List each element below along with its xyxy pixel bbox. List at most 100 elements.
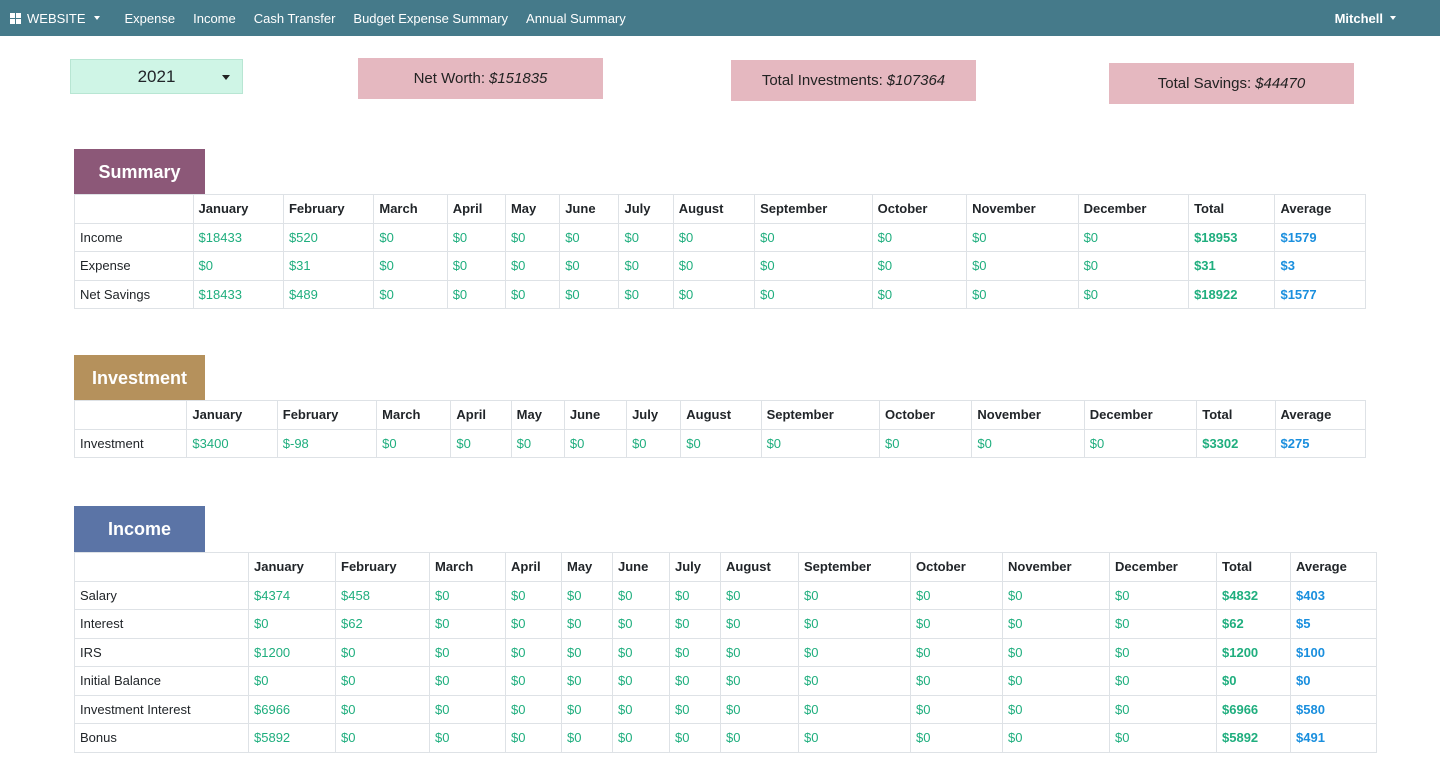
month-value-cell: $0 <box>720 694 799 724</box>
month-value-cell: $0 <box>429 723 506 753</box>
month-value-cell: $0 <box>450 428 512 458</box>
month-value-cell: $0 <box>1002 580 1110 610</box>
total-cell: $18922 <box>1188 279 1276 309</box>
nav-link-income[interactable]: Income <box>184 11 245 26</box>
row-label: Bonus <box>74 723 249 753</box>
month-value-cell: $0 <box>505 580 562 610</box>
nav-link-annual-summary[interactable]: Annual Summary <box>517 11 635 26</box>
month-value-cell: $1200 <box>248 637 336 667</box>
row-label: Net Savings <box>74 279 194 309</box>
month-value-cell: $0 <box>798 666 911 696</box>
month-value-cell: $0 <box>618 222 674 252</box>
column-header-august: August <box>672 194 756 224</box>
month-value-cell: $0 <box>561 723 613 753</box>
column-header-june: June <box>563 400 628 430</box>
column-header-april: April <box>450 400 512 430</box>
column-header-february: February <box>276 400 378 430</box>
month-value-cell: $0 <box>798 637 911 667</box>
nav-link-expense[interactable]: Expense <box>116 11 185 26</box>
month-value-cell: $0 <box>1109 666 1217 696</box>
month-value-cell: $0 <box>510 428 565 458</box>
user-menu[interactable]: Mitchell <box>1335 0 1396 36</box>
total-cell: $1200 <box>1216 637 1291 667</box>
table-row: Expense $0 $31 $0 $0 $0 $0 $0 $0 $0 $0 $0 $0 $31 $3 <box>74 251 1366 281</box>
column-header-march: March <box>376 400 452 430</box>
month-value-cell: $5892 <box>248 723 336 753</box>
table-row: Salary $4374 $458 $0 $0 $0 $0 $0 $0 $0 $0 $0 $0 $4832… <box>74 580 1377 610</box>
total-cell: $31 <box>1188 251 1276 281</box>
month-value-cell: $0 <box>672 279 756 309</box>
month-value-cell: $0 <box>669 666 721 696</box>
month-value-cell: $0 <box>871 279 968 309</box>
month-value-cell: $0 <box>910 666 1003 696</box>
income-table: January February March April May June July Augu… <box>74 552 1377 753</box>
nav-link-cash-transfer[interactable]: Cash Transfer <box>245 11 345 26</box>
month-value-cell: $0 <box>871 251 968 281</box>
brand-menu[interactable]: WEBSITE <box>10 11 100 26</box>
month-value-cell: $0 <box>754 222 873 252</box>
column-header-average: Average <box>1274 400 1367 430</box>
column-header-may: May <box>561 552 613 582</box>
month-value-cell: $0 <box>910 723 1003 753</box>
column-header-october: October <box>871 194 968 224</box>
month-value-cell: $0 <box>505 609 562 639</box>
column-header-may: May <box>504 194 561 224</box>
month-value-cell: $0 <box>505 666 562 696</box>
month-value-cell: $0 <box>559 279 620 309</box>
month-value-cell: $0 <box>669 694 721 724</box>
row-label: Expense <box>74 251 194 281</box>
column-header-september: September <box>760 400 881 430</box>
month-value-cell: $18433 <box>192 279 284 309</box>
table-row: Interest $0 $62 $0 $0 $0 $0 $0 $0 $0 $0 $0 $0 $62 $5 <box>74 609 1377 639</box>
column-header-total: Total <box>1216 552 1291 582</box>
month-value-cell: $0 <box>1083 428 1198 458</box>
column-header-october: October <box>879 400 973 430</box>
nav-link-budget-expense-summary[interactable]: Budget Expense Summary <box>344 11 517 26</box>
month-value-cell: $0 <box>966 251 1079 281</box>
nav-links: Expense Income Cash Transfer Budget Expe… <box>116 11 635 26</box>
month-value-cell: $0 <box>754 251 873 281</box>
month-value-cell: $0 <box>561 580 613 610</box>
month-value-cell: $0 <box>1002 694 1110 724</box>
caret-down-icon <box>93 16 100 20</box>
month-value-cell: $0 <box>335 723 430 753</box>
month-value-cell: $0 <box>1109 637 1217 667</box>
average-cell: $100 <box>1290 637 1377 667</box>
column-header-july: July <box>669 552 721 582</box>
month-value-cell: $0 <box>1077 251 1190 281</box>
month-value-cell: $0 <box>561 609 613 639</box>
month-value-cell: $0 <box>559 222 620 252</box>
total-savings-box: Total Savings: $44470 <box>1109 63 1354 104</box>
month-value-cell: $0 <box>760 428 881 458</box>
table-row: Investment Interest $6966 $0 $0 $0 $0 $0 $0 $0 $0… <box>74 694 1377 724</box>
table-row: Net Savings $18433 $489 $0 $0 $0 $0 $0 $0 $0 $0 $0 $… <box>74 279 1366 309</box>
column-header-november: November <box>966 194 1079 224</box>
month-value-cell: $0 <box>910 637 1003 667</box>
net-worth-value: $151835 <box>489 70 548 87</box>
month-value-cell: $0 <box>1002 637 1110 667</box>
table-corner-cell <box>74 552 249 582</box>
total-cell: $62 <box>1216 609 1291 639</box>
month-value-cell: $0 <box>505 694 562 724</box>
average-cell: $1577 <box>1274 279 1366 309</box>
month-value-cell: $0 <box>504 251 561 281</box>
month-value-cell: $0 <box>561 637 613 667</box>
month-value-cell: $0 <box>505 637 562 667</box>
column-header-july: July <box>618 194 674 224</box>
table-corner-cell <box>74 194 194 224</box>
month-value-cell: $0 <box>504 222 561 252</box>
row-label: Investment <box>73 428 188 458</box>
year-select[interactable]: 2021 <box>70 59 243 94</box>
month-value-cell: $18433 <box>192 222 284 252</box>
row-label: Investment Interest <box>74 694 249 724</box>
month-value-cell: $0 <box>798 723 911 753</box>
month-value-cell: $0 <box>429 637 506 667</box>
row-label: Interest <box>74 609 249 639</box>
month-value-cell: $0 <box>672 251 756 281</box>
month-value-cell: $0 <box>505 723 562 753</box>
average-cell: $1579 <box>1274 222 1366 252</box>
column-header-july: July <box>626 400 682 430</box>
column-header-may: May <box>510 400 565 430</box>
month-value-cell: $0 <box>754 279 873 309</box>
total-investments-label: Total Investments: <box>761 72 883 89</box>
